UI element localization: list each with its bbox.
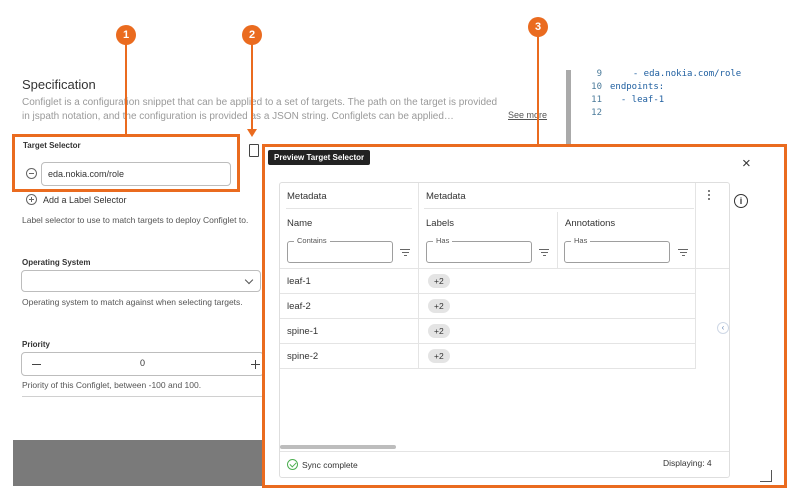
add-label-selector-button[interactable]: Add a Label Selector bbox=[43, 195, 127, 205]
target-selector-help: Label selector to use to match targets t… bbox=[22, 215, 249, 225]
code-line: - eda.nokia.com/role bbox=[622, 69, 742, 79]
line-number: 12 bbox=[591, 108, 602, 118]
callout-line-2 bbox=[251, 44, 253, 130]
footer-bar bbox=[13, 440, 263, 486]
add-label-icon[interactable] bbox=[26, 194, 37, 205]
priority-stepper[interactable]: 0 bbox=[21, 352, 264, 376]
priority-help: Priority of this Configlet, between -100… bbox=[22, 380, 202, 390]
callout-badge-3: 3 bbox=[528, 17, 548, 37]
callout-badge-1: 1 bbox=[116, 25, 136, 45]
increment-icon-vertical bbox=[255, 360, 256, 369]
editor-scroll-indicator bbox=[566, 70, 571, 145]
callout-line-3 bbox=[537, 28, 539, 144]
code-editor[interactable]: 9 - eda.nokia.com/role 10 endpoints: 11 -… bbox=[582, 68, 741, 120]
truncated-text bbox=[22, 394, 262, 399]
line-number: 11 bbox=[591, 95, 602, 105]
callout-box-1 bbox=[12, 134, 240, 192]
spec-title: Specification bbox=[22, 77, 96, 92]
code-line: endpoints: bbox=[610, 82, 665, 92]
spec-description: Configlet is a configuration snippet tha… bbox=[22, 97, 498, 122]
line-number: 9 bbox=[596, 69, 602, 79]
callout-badge-2: 2 bbox=[242, 25, 262, 45]
preview-doc-icon[interactable] bbox=[249, 144, 259, 157]
callout-box-3 bbox=[262, 144, 787, 488]
chevron-down-icon bbox=[244, 275, 254, 285]
code-line: - leaf-1 bbox=[610, 95, 665, 105]
see-more-link[interactable]: See more bbox=[508, 110, 547, 120]
priority-value[interactable]: 0 bbox=[22, 358, 263, 368]
priority-label: Priority bbox=[22, 340, 51, 349]
callout-arrow-2 bbox=[247, 129, 257, 137]
line-number: 10 bbox=[591, 82, 602, 92]
operating-system-select[interactable] bbox=[21, 270, 261, 292]
callout-line-1 bbox=[125, 44, 127, 134]
operating-system-help: Operating system to match against when s… bbox=[22, 297, 243, 307]
operating-system-label: Operating System bbox=[22, 258, 91, 267]
